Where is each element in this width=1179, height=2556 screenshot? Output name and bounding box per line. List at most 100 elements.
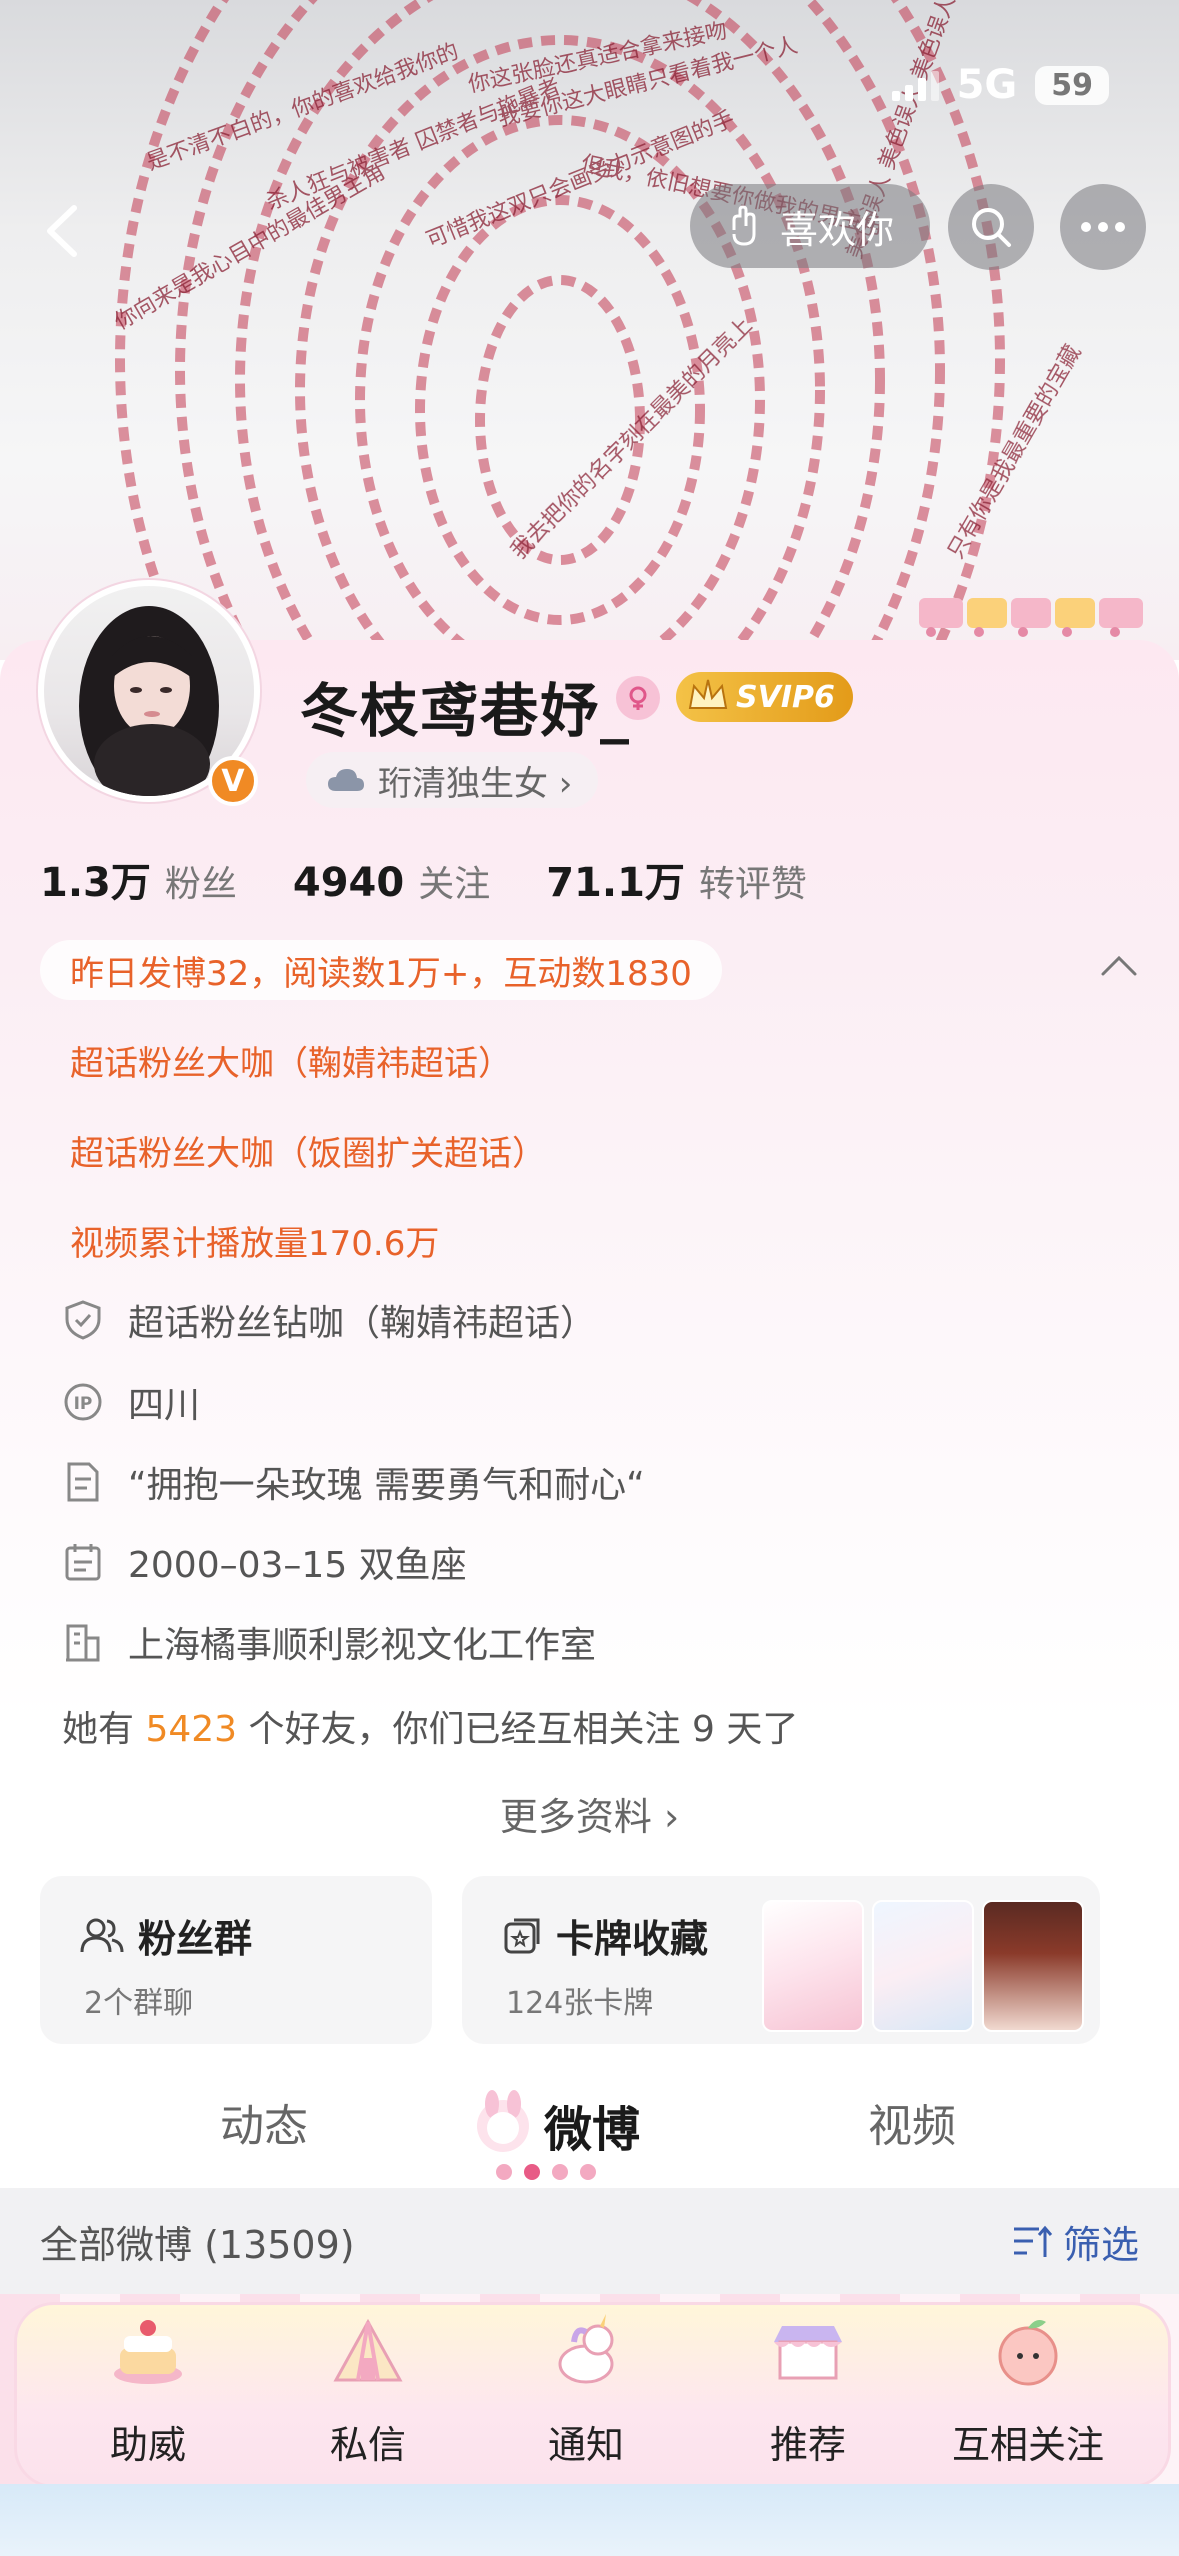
like-you-label: 喜欢你 [779,207,894,252]
card-collection-icon [504,1918,540,1953]
svip-label: SVIP6 [736,679,835,715]
chevron-left-icon [47,205,77,257]
friends-suffix: 个好友，你们已经互相关注 9 天了 [237,1709,799,1750]
mutual-follow-button[interactable]: 互相关注 [928,2294,1128,2484]
card-thumbnail-1[interactable] [762,1900,864,2032]
engagement-count[interactable]: 71.1万 [546,850,685,908]
profile-nickname: 冬枝鸢巷妤_ [300,677,632,745]
info-bio: “拥抱一朵玫瑰 需要勇气和耐心“ [62,1456,645,1508]
highlight-video-plays[interactable]: 视频累计播放量170.6万 [70,1216,439,1265]
info-ip-text: 四川 [128,1385,201,1426]
followers-count[interactable]: 1.3万 [40,850,151,908]
filter-button[interactable]: 筛选 [1011,2214,1139,2269]
search-button[interactable] [948,184,1034,270]
card-thumbnail-2[interactable] [872,1900,974,2032]
train-decoration-icon [919,598,1143,637]
profile-stats: 1.3万 粉丝 4940 关注 71.1万 转评赞 [40,850,863,908]
info-super-topic-text: 超话粉丝钻咖（鞠婧祎超话） [128,1303,597,1344]
fingerprint-line: 只有你是我最重要的宝藏 [944,341,1087,563]
crown-icon [688,679,728,709]
notification-label: 通知 [547,2423,624,2467]
more-info-link[interactable]: 更多资料 › [0,1786,1179,1841]
card-thumbnail-3[interactable] [982,1900,1084,2032]
bottom-bar-floor [0,2484,1179,2556]
bottom-action-bar: 助威 私信 通知 推荐 互相关注 [0,2294,1179,2556]
friends-prefix: 她有 [62,1709,146,1750]
fan-group-sub: 2个群聊 [84,1986,194,2021]
fan-group-label: 粉丝群 [138,1917,253,1961]
female-gender-icon [616,676,660,720]
building-icon [62,1621,104,1663]
signal-icon [891,69,939,101]
profile-tag[interactable]: 珩清独生女 › [306,752,599,808]
more-options-button[interactable] [1060,184,1146,270]
unicorn-icon [558,2314,614,2384]
verified-badge[interactable]: V [208,756,258,806]
search-icon [972,208,1011,247]
shield-check-icon [62,1299,104,1341]
card-collection-label: 卡牌收藏 [556,1917,709,1961]
peach-icon [998,2320,1058,2386]
followers-label[interactable]: 粉丝 [165,855,237,907]
chevron-up-icon[interactable] [1099,950,1139,980]
status-bar: 5G 59 [891,62,1109,108]
mutual-friends[interactable]: 她有 5423 个好友，你们已经互相关注 9 天了 [62,1700,798,1752]
following-label[interactable]: 关注 [418,855,490,907]
profile-tabs: 动态 微博 视频 [0,2080,1179,2180]
friends-count: 5423 [145,1709,238,1750]
hand-heart-icon [732,205,756,246]
svg-text:IP: IP [74,1394,93,1414]
cheer-button[interactable]: 助威 [48,2294,248,2484]
profile-tag-label: 珩清独生女 › [378,763,573,804]
recommend-label: 推荐 [769,2423,846,2467]
info-company[interactable]: 上海橘事顺利影视文化工作室 [62,1616,596,1668]
fan-group-box[interactable]: 粉丝群 2个群聊 [40,1876,432,2044]
info-birthday: 2000–03–15 双鱼座 [62,1536,467,1588]
fingerprint-line: 你向来是我心目中的最佳男主角 [111,160,390,336]
group-icon [80,1918,124,1952]
battery-level: 59 [1035,65,1109,105]
cake-icon [114,2320,182,2384]
bunny-tab-icon [477,2090,529,2152]
profile-banner: 你这张脸还真适合拿来接吻 我要你这大眼睛只看着我一个人 是不清不白的，你的喜欢给… [0,0,1179,660]
info-company-text: 上海橘事顺利影视文化工作室 [128,1625,597,1666]
active-tab-indicator-icon [496,2164,596,2180]
calendar-icon [62,1541,104,1583]
card-collection-box[interactable]: 卡牌收藏 124张卡牌 [462,1876,1100,2044]
cheer-label: 助威 [109,2423,186,2467]
info-ip-location: IP 四川 [62,1376,200,1428]
highlight-super-topic-1[interactable]: 超话粉丝大咖（鞠婧祎超话） [70,1036,512,1085]
svip-badge[interactable]: SVIP6 [676,672,853,722]
ip-icon: IP [62,1381,104,1423]
filter-label: 筛选 [1062,2222,1139,2267]
message-button[interactable]: 私信 [268,2294,468,2484]
notification-button[interactable]: 通知 [486,2294,686,2484]
like-you-button[interactable]: 喜欢你 [690,184,930,268]
engagement-label[interactable]: 转评赞 [699,855,807,907]
tab-video[interactable]: 视频 [868,2090,956,2154]
back-button[interactable] [30,196,100,266]
cloud-icon [328,769,364,791]
highlight-super-topic-2[interactable]: 超话粉丝大咖（饭圈扩关超话） [70,1126,546,1175]
network-type: 5G [956,62,1018,108]
tab-activity[interactable]: 动态 [220,2090,308,2154]
tent-icon [333,2318,403,2382]
document-icon [62,1461,104,1503]
stall-icon [774,2326,842,2380]
weibo-filter-bar: 全部微博 (13509) 筛选 [0,2188,1179,2294]
card-collection-sub: 124张卡牌 [506,1986,654,2021]
all-weibo-count: 全部微博 (13509) [40,2222,355,2267]
card-collection-title: 卡牌收藏 [502,1908,708,1963]
daily-achievement[interactable]: 昨日发博32，阅读数1万+，互动数1830 [40,940,722,1000]
fan-group-title: 粉丝群 [80,1908,252,1963]
info-bio-text: “拥抱一朵玫瑰 需要勇气和耐心“ [128,1465,645,1506]
recommend-button[interactable]: 推荐 [708,2294,908,2484]
tab-weibo[interactable]: 微博 [544,2090,640,2160]
following-count[interactable]: 4940 [293,860,404,906]
more-dots-icon [1081,222,1125,232]
info-birthday-text: 2000–03–15 双鱼座 [128,1545,467,1586]
message-label: 私信 [329,2423,406,2467]
filter-icon [1013,2225,1053,2257]
info-super-topic[interactable]: 超话粉丝钻咖（鞠婧祎超话） [62,1294,596,1346]
mutual-follow-label: 互相关注 [951,2423,1104,2467]
